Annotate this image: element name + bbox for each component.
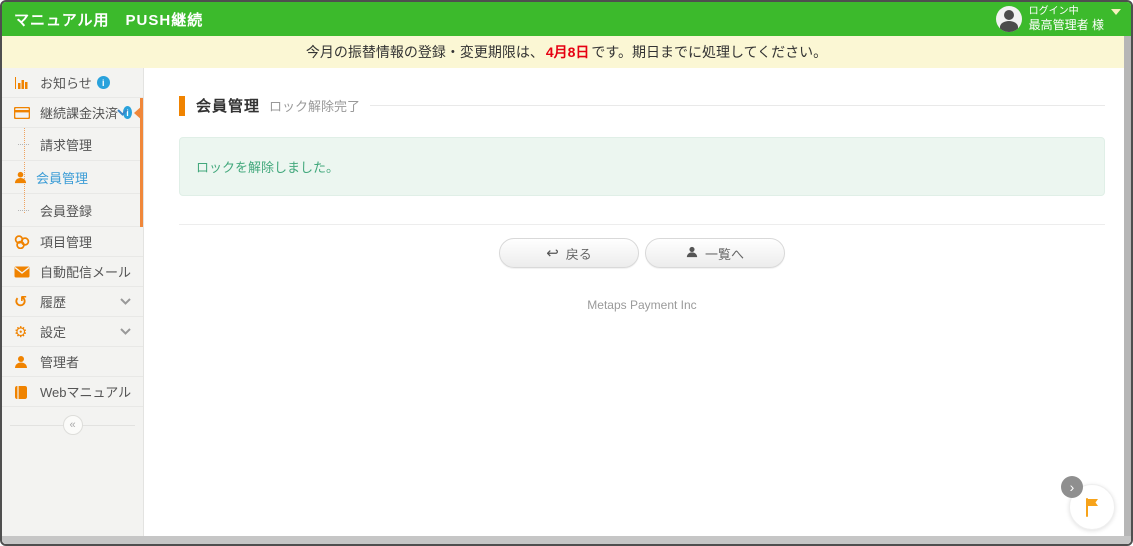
sidebar-item-item-management[interactable]: 項目管理 [2, 227, 143, 257]
sidebar-item-label: Webマニュアル [40, 382, 131, 401]
app-window: マニュアル用 PUSH継続 ログイン中 最高管理者 様 今月の振替情報の登録・変… [0, 0, 1133, 546]
to-list-button-label: 一覧へ [705, 244, 744, 263]
flag-icon [1081, 496, 1103, 518]
to-list-button[interactable]: 一覧へ [645, 238, 785, 268]
user-menu[interactable]: ログイン中 最高管理者 様 [996, 5, 1121, 34]
sidebar-item-history[interactable]: ↺ 履歴 [2, 287, 143, 317]
sidebar-subitem-billing-management[interactable]: 請求管理 [2, 128, 140, 161]
app-header: マニュアル用 PUSH継続 ログイン中 最高管理者 様 [2, 2, 1131, 36]
sidebar-collapse-button[interactable]: « [63, 415, 83, 435]
app-title: マニュアル用 PUSH継続 [14, 9, 203, 30]
credit-card-icon [14, 107, 40, 119]
sidebar-collapse-row: « [2, 407, 143, 443]
chevron-down-icon [1111, 9, 1121, 15]
success-message-text: ロックを解除しました。 [196, 160, 339, 175]
notice-bar: 今月の振替情報の登録・変更期限は、 4月8日 です。期日までに処理してください。 [2, 36, 1131, 68]
person-icon [14, 355, 40, 369]
sidebar-item-settings[interactable]: ⚙ 設定 [2, 317, 143, 347]
avatar-torso [1000, 21, 1018, 32]
sidebar-item-auto-mail[interactable]: 自動配信メール [2, 257, 143, 287]
divider [179, 224, 1105, 225]
horizontal-scrollbar[interactable] [2, 536, 1131, 544]
user-name: 最高管理者 様 [1029, 18, 1104, 34]
notice-deadline: 4月8日 [546, 42, 590, 62]
gear-icon: ⚙ [14, 323, 40, 341]
back-button[interactable]: ↩ 戻る [499, 238, 639, 268]
chevron-down-icon [120, 328, 131, 335]
submenu-stub [18, 144, 29, 145]
sidebar-item-label: 会員登録 [40, 201, 92, 220]
footer-company: Metaps Payment Inc [179, 298, 1105, 312]
success-message: ロックを解除しました。 [179, 137, 1105, 196]
main-content: 会員管理 ロック解除完了 ロックを解除しました。 ↩ 戻る 一覧へ [144, 68, 1131, 544]
active-menu-section: 継続課金決済 i 請求管理 会 [2, 98, 143, 227]
back-arrow-icon: ↩ [546, 246, 559, 261]
chevron-down-icon[interactable] [117, 109, 128, 116]
page-subtitle: ロック解除完了 [269, 96, 360, 115]
sidebar-item-label: 履歴 [40, 292, 66, 311]
vertical-scrollbar[interactable] [1124, 36, 1131, 536]
back-button-label: 戻る [566, 244, 592, 263]
chevron-down-icon [120, 298, 131, 305]
info-icon[interactable]: i [97, 76, 110, 89]
avatar [996, 6, 1022, 32]
sidebar-item-label: お知らせ [40, 73, 92, 92]
envelope-icon [14, 266, 40, 278]
notice-text-suffix: です。期日までに処理してください。 [591, 42, 827, 62]
divider [370, 105, 1105, 106]
avatar-head [1004, 10, 1014, 20]
history-icon: ↺ [14, 292, 40, 312]
page-title: 会員管理 [196, 95, 260, 116]
bar-chart-icon [14, 76, 40, 90]
sidebar-item-label: 自動配信メール [40, 262, 131, 281]
sidebar-item-label: 会員管理 [36, 168, 88, 187]
sidebar-item-label: 項目管理 [40, 232, 92, 251]
page-header: 会員管理 ロック解除完了 [179, 95, 1105, 116]
person-icon [686, 246, 698, 261]
chevron-right-icon: › [1070, 479, 1075, 495]
chevron-right-badge[interactable]: › [1061, 476, 1083, 498]
button-row: ↩ 戻る 一覧へ [179, 238, 1105, 268]
accent-bar [179, 96, 185, 116]
sidebar-subitem-member-registration[interactable]: 会員登録 [2, 194, 140, 227]
sidebar-item-web-manual[interactable]: Webマニュアル [2, 377, 143, 407]
notice-text-prefix: 今月の振替情報の登録・変更期限は、 [306, 42, 544, 62]
sidebar-item-news[interactable]: お知らせ i [2, 68, 143, 98]
sidebar-subitem-member-management[interactable]: 会員管理 [2, 161, 140, 194]
person-icon [14, 171, 36, 184]
sidebar: お知らせ i 継続課金決済 i [2, 68, 144, 544]
active-marker-arrow-icon [134, 105, 143, 121]
sidebar-item-label: 設定 [40, 322, 66, 341]
sidebar-item-label: 継続課金決済 [40, 103, 118, 122]
login-status: ログイン中 [1029, 5, 1104, 18]
user-text: ログイン中 最高管理者 様 [1029, 5, 1104, 34]
sidebar-item-label: 管理者 [40, 352, 79, 371]
sidebar-item-label: 請求管理 [40, 135, 92, 154]
book-icon [14, 385, 40, 399]
sidebar-item-recurring-billing[interactable]: 継続課金決済 i [2, 98, 140, 128]
coins-icon [14, 235, 40, 249]
sidebar-item-administrator[interactable]: 管理者 [2, 347, 143, 377]
submenu-stub [18, 210, 29, 211]
submenu: 請求管理 会員管理 会員登録 [2, 128, 140, 227]
